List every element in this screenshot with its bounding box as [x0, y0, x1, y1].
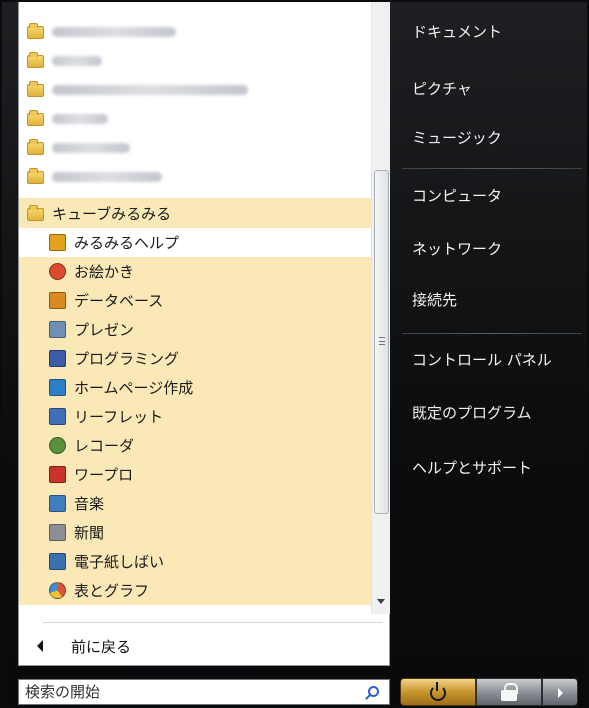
program-label: リーフレット	[74, 408, 164, 426]
menu-control-panel[interactable]: コントロール パネル	[412, 349, 552, 371]
program-folder-blurred[interactable]	[19, 17, 371, 46]
paint-icon	[49, 263, 66, 280]
leaflet-icon	[49, 408, 66, 425]
program-item-kamishibai[interactable]: 電子紙しばい	[19, 547, 371, 576]
menu-documents[interactable]: ドキュメント	[412, 21, 502, 43]
search-placeholder: 検索の開始	[25, 683, 101, 701]
program-label: 音楽	[74, 495, 105, 513]
newspaper-icon	[49, 524, 66, 541]
recorder-icon	[49, 437, 66, 454]
program-item-music[interactable]: 音楽	[19, 489, 371, 518]
program-folder-cube-mirumiru[interactable]: キューブみるみる	[19, 198, 371, 228]
program-item-leaflet[interactable]: リーフレット	[19, 402, 371, 431]
program-label: ホームページ作成	[74, 379, 194, 397]
presentation-icon	[49, 321, 66, 338]
folder-icon	[27, 110, 44, 126]
power-button[interactable]	[400, 678, 476, 706]
divider	[402, 333, 582, 334]
program-item-paint[interactable]: お絵かき	[19, 257, 371, 286]
program-folder-blurred[interactable]	[19, 133, 371, 162]
program-label: キューブみるみる	[52, 204, 172, 223]
program-item-homepage[interactable]: ホームページ作成	[19, 373, 371, 402]
program-item-programming[interactable]: プログラミング	[19, 344, 371, 373]
grip-icon	[379, 337, 385, 345]
program-label: 新聞	[74, 524, 105, 542]
menu-help-support[interactable]: ヘルプとサポート	[412, 457, 532, 479]
menu-network[interactable]: ネットワーク	[412, 238, 502, 260]
programs-panel: キューブみるみる みるみるヘルプ お絵かき データベース プレゼン プログラミン…	[18, 2, 390, 666]
help-icon	[49, 234, 66, 251]
music-icon	[49, 495, 66, 512]
blurred-label	[52, 142, 130, 153]
lock-button[interactable]	[476, 678, 542, 706]
menu-default-programs[interactable]: 既定のプログラム	[412, 402, 532, 424]
back-label: 前に戻る	[71, 637, 132, 656]
blurred-label	[52, 171, 162, 182]
divider	[43, 622, 383, 623]
program-label: 表とグラフ	[74, 582, 150, 600]
folder-icon	[27, 23, 44, 39]
menu-pictures[interactable]: ピクチャ	[412, 78, 472, 100]
program-item-help[interactable]: みるみるヘルプ	[19, 228, 371, 257]
program-item-presentation[interactable]: プレゼン	[19, 315, 371, 344]
menu-connect-to[interactable]: 接続先	[412, 289, 457, 311]
scroll-down-arrow-icon[interactable]	[377, 599, 385, 604]
program-item-newspaper[interactable]: 新聞	[19, 518, 371, 547]
program-folder-blurred[interactable]	[19, 162, 371, 191]
divider	[402, 168, 582, 169]
chart-icon	[49, 582, 66, 599]
program-item-wordprocessor[interactable]: ワープロ	[19, 460, 371, 489]
program-item-chart[interactable]: 表とグラフ	[19, 576, 371, 605]
back-button[interactable]: 前に戻る	[19, 630, 391, 662]
program-label: 電子紙しばい	[74, 553, 165, 571]
shutdown-options-button[interactable]	[542, 678, 578, 706]
blurred-label	[52, 26, 176, 37]
program-label: データベース	[74, 292, 164, 310]
program-folder-blurred[interactable]	[19, 104, 371, 133]
blurred-label	[52, 113, 108, 124]
program-label: プログラミング	[74, 350, 180, 368]
programming-icon	[49, 350, 66, 367]
program-item-recorder[interactable]: レコーダ	[19, 431, 371, 460]
program-label: お絵かき	[74, 263, 135, 281]
search-input[interactable]: 検索の開始	[18, 679, 390, 705]
all-programs-list: キューブみるみる みるみるヘルプ お絵かき データベース プレゼン プログラミン…	[19, 2, 371, 614]
power-icon	[430, 682, 446, 701]
program-label: みるみるヘルプ	[74, 234, 180, 252]
folder-icon	[27, 81, 44, 97]
arrow-left-icon	[37, 640, 43, 652]
menu-computer[interactable]: コンピュータ	[412, 185, 502, 207]
homepage-icon	[49, 379, 66, 396]
wordprocessor-icon	[49, 466, 66, 483]
database-icon	[49, 292, 66, 309]
arrow-right-icon	[558, 688, 563, 698]
program-item-database[interactable]: データベース	[19, 286, 371, 315]
blurred-label	[52, 55, 102, 66]
lock-icon	[501, 683, 518, 701]
folder-icon	[27, 204, 44, 221]
kamishibai-icon	[49, 553, 66, 570]
scrollbar-thumb[interactable]	[374, 170, 389, 514]
folder-icon	[27, 52, 44, 68]
search-icon[interactable]	[368, 686, 379, 697]
program-label: プレゼン	[74, 321, 135, 339]
folder-icon	[27, 168, 44, 184]
program-label: レコーダ	[74, 437, 135, 455]
program-folder-blurred[interactable]	[19, 46, 371, 75]
menu-music[interactable]: ミュージック	[412, 127, 502, 149]
start-menu: キューブみるみる みるみるヘルプ お絵かき データベース プレゼン プログラミン…	[0, 0, 589, 708]
program-label: ワープロ	[74, 466, 134, 484]
blurred-label	[52, 84, 248, 95]
program-folder-blurred[interactable]	[19, 75, 371, 104]
folder-icon	[27, 139, 44, 155]
program-list-scrollbar[interactable]	[371, 2, 390, 614]
